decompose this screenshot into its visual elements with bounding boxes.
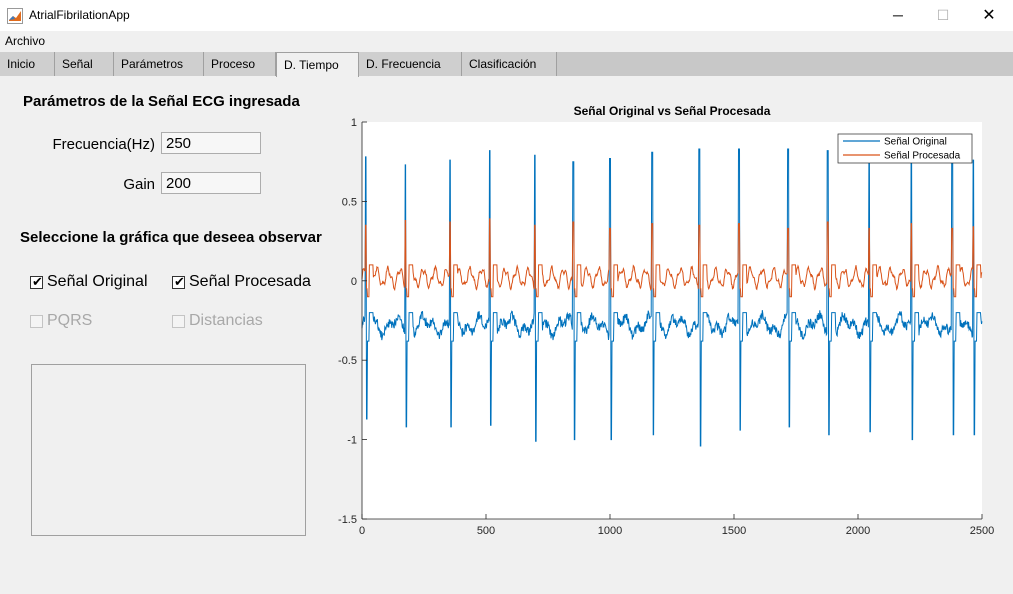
tab-d-tiempo[interactable]: D. Tiempo — [276, 52, 359, 77]
procesada-checkbox[interactable]: ✔ — [172, 274, 185, 289]
maximize-button[interactable]: ☐ — [920, 0, 966, 31]
legend-label-original: Señal Original — [884, 137, 947, 148]
tab-label: Proceso — [211, 57, 256, 71]
y-tick-label: 0 — [351, 276, 357, 288]
y-tick-label: -1 — [347, 435, 357, 447]
original-checkbox-label[interactable]: Señal Original — [47, 273, 148, 291]
tab-parametros[interactable]: Parámetros — [114, 52, 204, 76]
signal-plot[interactable]: Señal Original vs Señal Procesada 0 500 10… — [330, 100, 1005, 545]
gain-input[interactable] — [161, 172, 261, 194]
window-title: AtrialFibrilationApp — [29, 8, 130, 22]
close-button[interactable]: ✕ — [966, 0, 1012, 31]
original-checkbox[interactable]: ✔ — [30, 274, 43, 289]
x-tick-label: 1000 — [598, 525, 622, 537]
x-tick-label: 0 — [359, 525, 365, 537]
distancias-checkbox-label: Distancias — [189, 312, 263, 329]
checkmark-icon: ✔ — [32, 274, 43, 289]
tab-label: D. Frecuencia — [366, 57, 441, 71]
params-heading: Parámetros de la Señal ECG ingresada — [23, 93, 300, 110]
procesada-checkbox-label[interactable]: Señal Procesada — [189, 273, 311, 291]
tab-label: Parámetros — [121, 57, 184, 71]
tab-strip: Inicio Señal Parámetros Proceso D. Tiemp… — [0, 52, 1013, 77]
tab-clasificacion[interactable]: Clasificación — [462, 52, 557, 76]
tab-label: Clasificación — [469, 57, 537, 71]
y-tick-label: -0.5 — [338, 355, 357, 367]
y-tick-label: 0.5 — [342, 196, 357, 208]
x-tick-label: 1500 — [722, 525, 746, 537]
x-tick-label: 2000 — [846, 525, 870, 537]
y-tick-label: 1 — [351, 117, 357, 129]
gain-label: Gain — [123, 176, 155, 193]
plot-area — [362, 122, 982, 519]
pqrs-checkbox-label: PQRS — [47, 312, 93, 329]
tab-inicio[interactable]: Inicio — [0, 52, 55, 76]
x-tick-label: 2500 — [970, 525, 994, 537]
menu-archivo[interactable]: Archivo — [5, 34, 45, 48]
pqrs-checkbox[interactable] — [30, 315, 43, 328]
y-tick-label: -1.5 — [338, 514, 357, 526]
freq-input[interactable] — [161, 132, 261, 154]
legend-label-procesada: Señal Procesada — [884, 151, 961, 162]
matlab-app-icon — [7, 8, 23, 24]
secondary-axes-panel — [31, 364, 306, 536]
tab-senal[interactable]: Señal — [55, 52, 114, 76]
window-titlebar: AtrialFibrilationApp ─ ☐ ✕ — [0, 0, 1013, 32]
minimize-button[interactable]: ─ — [875, 0, 921, 31]
x-tick-label: 500 — [477, 525, 495, 537]
tab-label: Inicio — [7, 57, 36, 71]
chart-title: Señal Original vs Señal Procesada — [574, 104, 771, 118]
checkmark-icon: ✔ — [174, 274, 185, 289]
freq-label: Frecuencia(Hz) — [52, 136, 155, 153]
select-heading: Seleccione la gráfica que deseea observa… — [20, 229, 322, 246]
chart-legend[interactable]: Señal Original Señal Procesada — [837, 133, 973, 164]
tab-proceso[interactable]: Proceso — [204, 52, 276, 76]
tab-label: Señal — [62, 57, 93, 71]
menubar: Archivo — [0, 31, 1013, 52]
distancias-checkbox[interactable] — [172, 315, 185, 328]
tab-label: D. Tiempo — [284, 58, 339, 72]
tab-d-frecuencia[interactable]: D. Frecuencia — [359, 52, 462, 76]
